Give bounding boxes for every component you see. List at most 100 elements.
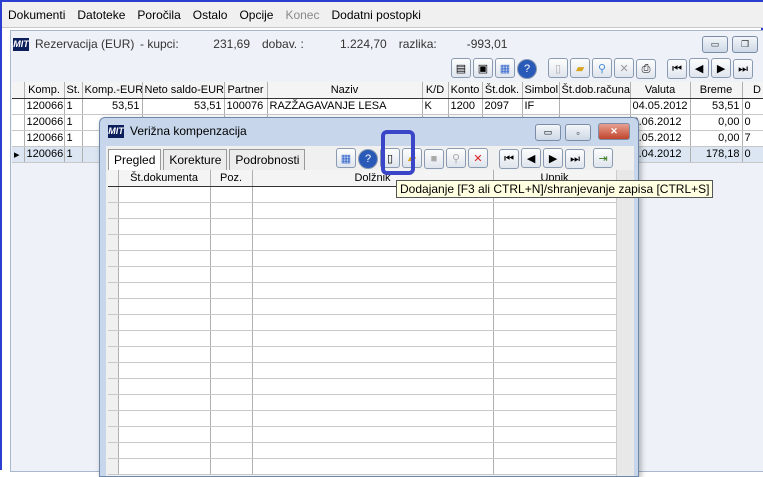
col-header[interactable]: St. xyxy=(64,82,83,99)
table-row[interactable] xyxy=(108,458,617,475)
print-icon[interactable]: ⎙ xyxy=(636,59,657,79)
first-record-icon[interactable]: ⏮ xyxy=(499,149,520,169)
col-header[interactable]: Valuta xyxy=(630,82,691,99)
table-row[interactable] xyxy=(108,378,617,395)
col-header[interactable]: Simbol xyxy=(522,82,560,99)
cell: 0 xyxy=(742,98,763,115)
col-header[interactable]: Poz. xyxy=(210,170,253,187)
table-row[interactable] xyxy=(108,442,617,459)
next-record-icon[interactable]: ▶ xyxy=(711,58,732,78)
cell: 100076 xyxy=(224,98,268,115)
cell: 8.04.2012 xyxy=(630,146,691,163)
tab-podrobnosti[interactable]: Podrobnosti xyxy=(229,149,306,170)
mit-logo: MIT xyxy=(108,124,124,138)
cell: 0.06.2012 xyxy=(630,114,691,131)
menu-ostalo[interactable]: Ostalo xyxy=(193,8,228,22)
cell xyxy=(559,98,631,115)
row-indicator xyxy=(12,114,25,131)
col-header[interactable]: Naziv xyxy=(267,82,423,99)
cell: 120066 xyxy=(24,146,65,163)
delete-icon[interactable]: ✕ xyxy=(468,148,488,168)
table-row[interactable] xyxy=(108,346,617,363)
table-row[interactable] xyxy=(108,282,617,299)
report-icon[interactable]: ▤ xyxy=(451,58,471,78)
col-header[interactable]: D xyxy=(742,82,763,99)
dialog-minimize-button[interactable]: ▭ xyxy=(535,124,561,141)
tab-korekture[interactable]: Korekture xyxy=(163,149,228,170)
col-header[interactable]: Partner xyxy=(224,82,268,99)
next-record-icon[interactable]: ▶ xyxy=(543,148,564,168)
card-icon[interactable]: ▦ xyxy=(495,58,515,78)
col-header[interactable]: Komp. xyxy=(24,82,65,99)
menu-opcije[interactable]: Opcije xyxy=(239,8,273,22)
table-row[interactable] xyxy=(108,410,617,427)
child-title-bar: MIT Rezervacija (EUR) - kupci: 231,69 do… xyxy=(11,31,763,57)
prev-record-icon[interactable]: ◀ xyxy=(689,58,710,78)
dialog-maximize-button[interactable]: ▫ xyxy=(565,124,591,141)
cell: 1 xyxy=(64,130,83,147)
table-row[interactable] xyxy=(108,314,617,331)
cell: 1200 xyxy=(448,98,483,115)
last-record-icon[interactable]: ⏭ xyxy=(733,59,754,79)
exit-icon[interactable]: ⇥ xyxy=(593,148,614,168)
restore-button[interactable]: ❐ xyxy=(732,36,758,53)
col-header[interactable]: Št.dokumenta xyxy=(118,170,211,187)
table-row[interactable]: 120066 1 53,51 53,51 100076 RAZŽAGAVANJE LESA… xyxy=(12,98,763,115)
search-icon[interactable]: ⚲ xyxy=(446,148,466,168)
tab-pregled[interactable]: Pregled xyxy=(108,149,162,172)
razlika-value: -993,01 xyxy=(466,37,508,51)
table-row[interactable] xyxy=(108,218,617,235)
table-row[interactable] xyxy=(108,394,617,411)
highlight-box xyxy=(381,130,415,175)
dialog-toolbar: ▦? ▯ ▰ ■ ⚲ ✕ ⏮ ◀ ▶ ⏭ ⇥ xyxy=(336,148,615,169)
tooltip: Dodajanje [F3 ali CTRL+N]/shranjevanje z… xyxy=(396,180,714,198)
table-row[interactable] xyxy=(108,234,617,251)
delete-icon[interactable]: ✕ xyxy=(614,58,635,78)
menu-dokumenti[interactable]: Dokumenti xyxy=(8,8,65,22)
cell: 178,18 xyxy=(690,146,743,163)
col-header[interactable]: Komp.-EUR xyxy=(82,82,143,99)
prev-record-icon[interactable]: ◀ xyxy=(521,148,542,168)
minimize-button[interactable]: ▭ xyxy=(702,36,728,53)
table-row[interactable] xyxy=(108,426,617,443)
card-icon[interactable]: ▦ xyxy=(336,148,356,168)
table-row[interactable] xyxy=(108,298,617,315)
table-row[interactable] xyxy=(108,202,617,219)
search-icon[interactable]: ⚲ xyxy=(592,58,613,78)
dialog-title-bar: MIT Verižna kompenzacija xyxy=(104,124,247,138)
dobav-label: dobav. : xyxy=(262,37,304,51)
table-row[interactable] xyxy=(108,266,617,283)
cell: 0 xyxy=(742,146,763,163)
col-header[interactable]: Breme xyxy=(690,82,743,99)
new-icon[interactable]: ▯ xyxy=(548,58,569,78)
menu-datoteke[interactable]: Datoteke xyxy=(77,8,125,22)
dialog-close-button[interactable]: ✕ xyxy=(598,123,630,140)
col-header[interactable]: K/D xyxy=(422,82,449,99)
menu-dodatni-postopki[interactable]: Dodatni postopki xyxy=(331,8,420,22)
open-folder-icon[interactable]: ▰ xyxy=(570,58,591,78)
menu-bar: Dokumenti Datoteke Poročila Ostalo Opcij… xyxy=(2,2,763,28)
dialog-scrollbar[interactable] xyxy=(616,170,634,476)
first-record-icon[interactable]: ⏮ xyxy=(667,59,688,79)
dialog-tabs: Pregled Korekture Podrobnosti xyxy=(108,149,307,172)
save-icon[interactable]: ■ xyxy=(424,148,444,169)
cell: K xyxy=(422,98,449,115)
col-header[interactable]: Št.dok. xyxy=(482,82,523,99)
row-indicator xyxy=(12,98,25,115)
col-header[interactable]: Neto saldo-EUR xyxy=(142,82,225,99)
mit-logo: MIT xyxy=(13,37,29,51)
col-header[interactable]: Št.dob.računa xyxy=(559,82,631,99)
col-header[interactable]: Konto xyxy=(448,82,483,99)
table-row[interactable] xyxy=(108,250,617,267)
menu-porocila[interactable]: Poročila xyxy=(137,8,180,22)
table-row[interactable] xyxy=(108,330,617,347)
help-icon[interactable]: ? xyxy=(358,148,378,169)
cell: IF xyxy=(522,98,560,115)
last-record-icon[interactable]: ⏭ xyxy=(565,149,586,169)
table-row[interactable] xyxy=(108,362,617,379)
cell: 120066 xyxy=(24,98,65,115)
indicator-header xyxy=(108,170,119,187)
menu-konec[interactable]: Konec xyxy=(285,8,319,22)
help-icon[interactable]: ? xyxy=(517,58,537,79)
window-icon[interactable]: ▣ xyxy=(473,58,493,78)
